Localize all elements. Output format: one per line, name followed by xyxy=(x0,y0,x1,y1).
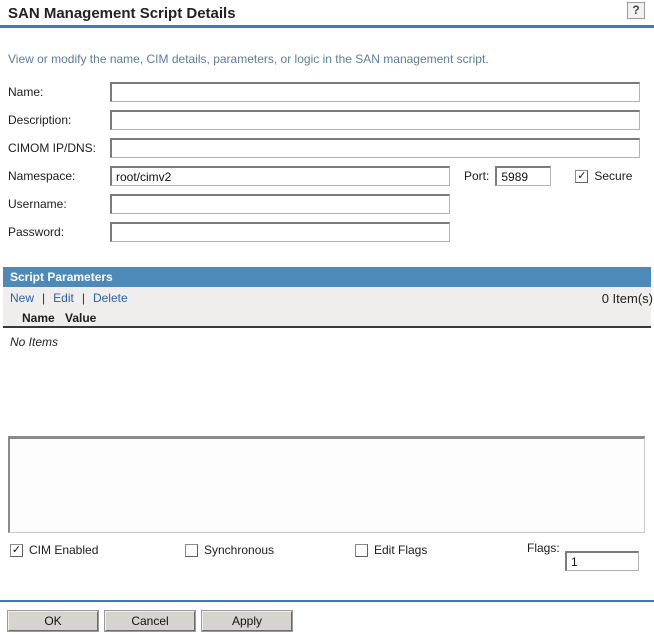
checkmark-icon: ✓ xyxy=(12,544,21,556)
form-row-description: Description: xyxy=(8,106,654,134)
name-label: Name: xyxy=(8,85,110,99)
edit-flags-option: Edit Flags xyxy=(355,543,427,557)
script-logic-textarea[interactable] xyxy=(8,436,645,533)
script-details-form: Name: Description: CIMOM IP/DNS: Namespa… xyxy=(8,78,654,246)
link-separator: | xyxy=(82,291,85,305)
checkmark-icon: ✓ xyxy=(577,170,586,182)
edit-flags-checkbox[interactable] xyxy=(355,544,368,557)
footer-buttons: OK Cancel Apply xyxy=(8,611,299,631)
cim-enabled-label: CIM Enabled xyxy=(29,543,98,557)
parameters-toolbar: New | Edit | Delete 0 Item(s) xyxy=(3,287,651,309)
description-label: Description: xyxy=(8,113,110,127)
delete-link[interactable]: Delete xyxy=(93,291,128,305)
port-label: Port: xyxy=(464,169,489,183)
page-title: SAN Management Script Details xyxy=(8,5,646,22)
form-row-namespace: Namespace: Port: ✓ Secure xyxy=(8,162,654,190)
password-input[interactable] xyxy=(110,222,450,242)
flags-input[interactable] xyxy=(565,551,639,571)
form-row-cimom: CIMOM IP/DNS: xyxy=(8,134,654,162)
port-input[interactable] xyxy=(495,166,551,186)
name-input[interactable] xyxy=(110,82,640,102)
synchronous-label: Synchronous xyxy=(204,543,274,557)
edit-flags-label: Edit Flags xyxy=(374,543,427,557)
flags-label: Flags: xyxy=(527,541,560,555)
cim-enabled-checkbox[interactable]: ✓ xyxy=(10,544,23,557)
page-header: SAN Management Script Details ? xyxy=(0,0,654,22)
description-input[interactable] xyxy=(110,110,640,130)
cancel-button[interactable]: Cancel xyxy=(105,611,195,631)
form-row-password: Password: xyxy=(8,218,654,246)
no-items-text: No Items xyxy=(10,335,651,349)
secure-label: Secure xyxy=(594,169,632,183)
apply-button[interactable]: Apply xyxy=(202,611,292,631)
link-separator: | xyxy=(42,291,45,305)
title-divider xyxy=(0,25,654,28)
synchronous-option: Synchronous xyxy=(185,543,274,557)
namespace-label: Namespace: xyxy=(8,169,110,183)
question-mark-icon: ? xyxy=(632,3,639,17)
form-row-username: Username: xyxy=(8,190,654,218)
script-parameters-section: Script Parameters New | Edit | Delete 0 … xyxy=(3,267,651,349)
ok-button[interactable]: OK xyxy=(8,611,98,631)
username-label: Username: xyxy=(8,197,110,211)
password-label: Password: xyxy=(8,225,110,239)
new-link[interactable]: New xyxy=(10,291,34,305)
synchronous-checkbox[interactable] xyxy=(185,544,198,557)
cimom-label: CIMOM IP/DNS: xyxy=(8,141,110,155)
footer-divider xyxy=(0,600,654,602)
cimom-input[interactable] xyxy=(110,138,640,158)
options-row: ✓ CIM Enabled Synchronous Edit Flags Fla… xyxy=(0,537,654,577)
parameters-column-header: Name Value xyxy=(3,309,651,328)
column-name: Name xyxy=(22,311,65,325)
namespace-input[interactable] xyxy=(110,166,450,186)
item-count: 0 Item(s) xyxy=(602,291,653,306)
script-parameters-header: Script Parameters xyxy=(3,267,651,287)
page-description: View or modify the name, CIM details, pa… xyxy=(8,52,646,66)
edit-link[interactable]: Edit xyxy=(53,291,74,305)
column-value: Value xyxy=(65,311,96,325)
form-row-name: Name: xyxy=(8,78,654,106)
help-button[interactable]: ? xyxy=(627,2,645,19)
username-input[interactable] xyxy=(110,194,450,214)
secure-checkbox[interactable]: ✓ xyxy=(575,170,588,183)
cim-enabled-option: ✓ CIM Enabled xyxy=(10,543,98,557)
